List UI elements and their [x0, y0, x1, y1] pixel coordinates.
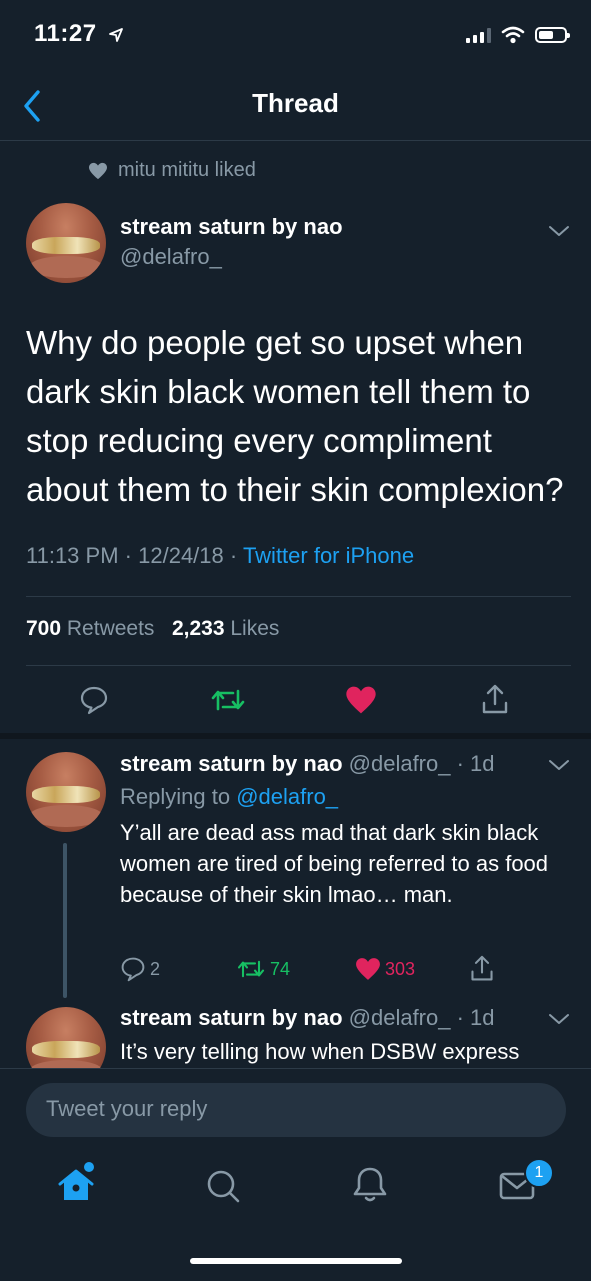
chevron-down-icon[interactable] — [548, 1012, 570, 1026]
likes-count: 2,233 — [171, 617, 225, 640]
chevron-down-icon[interactable] — [548, 758, 570, 772]
social-context: mitu mititu liked — [88, 159, 256, 182]
like-count: 303 — [385, 958, 416, 979]
reply-display-name[interactable]: stream saturn by nao — [120, 1005, 343, 1030]
nav-divider — [0, 140, 591, 141]
reply-input[interactable]: Tweet your reply — [26, 1083, 566, 1137]
likes-label: Likes — [230, 617, 280, 640]
retweets-count: 700 — [26, 617, 62, 640]
handle[interactable]: @delafro_ — [120, 244, 222, 270]
replying-to: Replying to @delafro_ — [120, 784, 338, 810]
home-icon[interactable] — [52, 1160, 100, 1208]
reply-icon — [121, 957, 145, 982]
liked-by-text: mitu mititu liked — [118, 159, 256, 181]
tweet-meta: 11:13 PM · 12/24/18 · Twitter for iPhone — [26, 543, 415, 568]
engagement-counts[interactable]: 700 Retweets 2,233 Likes — [26, 617, 279, 641]
search-icon[interactable] — [199, 1160, 247, 1208]
divider — [26, 596, 571, 597]
reply-icon[interactable] — [79, 685, 109, 715]
reply-count: 2 — [150, 958, 161, 979]
reply-header: stream saturn by nao @delafro_ · 1d — [120, 1005, 495, 1031]
avatar[interactable] — [26, 752, 106, 832]
display-name[interactable]: stream saturn by nao — [120, 214, 343, 240]
reply-text: Y’all are dead ass mad that dark skin bl… — [120, 820, 549, 907]
reply-display-name[interactable]: stream saturn by nao — [120, 751, 343, 776]
tweet-source[interactable]: Twitter for iPhone — [243, 543, 414, 568]
tweet-time: 11:13 PM — [26, 543, 119, 568]
retweet-icon — [237, 960, 265, 978]
like-heart-icon[interactable] — [345, 685, 377, 715]
reply-text: It’s very telling how when DSBW express — [120, 1039, 520, 1064]
reply-action[interactable]: 2 — [120, 956, 160, 982]
battery-icon — [535, 27, 570, 43]
reply-handle[interactable]: @delafro_ — [349, 751, 451, 776]
page-title: Thread — [252, 88, 339, 118]
retweet-icon[interactable] — [211, 685, 245, 715]
bell-icon[interactable] — [346, 1160, 394, 1208]
section-divider — [0, 733, 591, 739]
status-time: 11:27 — [34, 20, 124, 48]
home-indicator[interactable] — [190, 1258, 402, 1264]
thread-connector — [63, 843, 67, 998]
cellular-signal-icon — [466, 27, 491, 43]
heart-icon — [89, 162, 107, 179]
share-icon[interactable] — [480, 684, 510, 716]
reply-age: · 1d — [456, 1005, 495, 1030]
replying-to-handle[interactable]: @delafro_ — [236, 784, 338, 809]
tweet-date: 12/24/18 — [138, 543, 224, 568]
like-action[interactable]: 303 — [355, 957, 415, 981]
notification-badge: 1 — [524, 1158, 554, 1188]
retweet-count: 74 — [270, 958, 291, 979]
share-icon[interactable] — [469, 955, 495, 983]
reply-header: stream saturn by nao @delafro_ · 1d — [120, 751, 495, 777]
status-indicators — [466, 26, 570, 44]
retweets-label: Retweets — [66, 617, 155, 640]
retweet-action[interactable]: 74 — [236, 957, 290, 981]
tweet-text: Why do people get so upset when dark ski… — [26, 324, 564, 508]
avatar[interactable] — [26, 203, 106, 283]
divider — [26, 665, 571, 666]
reply-handle[interactable]: @delafro_ — [349, 1005, 451, 1030]
location-arrow-icon — [108, 27, 123, 42]
like-heart-icon — [356, 958, 380, 980]
chevron-down-icon[interactable] — [548, 224, 570, 238]
reply-age: · 1d — [456, 751, 495, 776]
wifi-icon — [501, 26, 525, 44]
replying-prefix: Replying to — [120, 784, 231, 809]
